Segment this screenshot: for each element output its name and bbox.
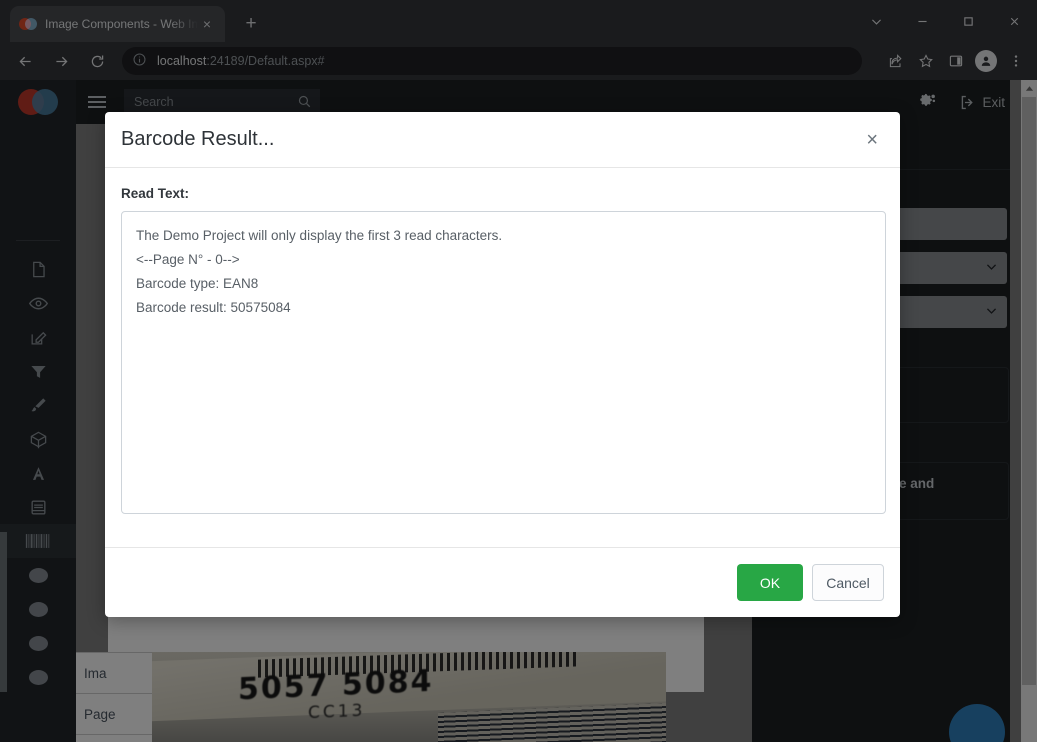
ok-button[interactable]: OK (737, 564, 803, 601)
dialog-close-icon[interactable]: × (860, 126, 884, 154)
read-text-label: Read Text: (121, 186, 190, 201)
screen-root: Image Components - Web Image × + (0, 0, 1037, 742)
dialog-footer: OK Cancel (105, 547, 900, 617)
dialog-body: Read Text: (105, 168, 900, 547)
dialog-title: Barcode Result... (121, 128, 275, 150)
cancel-button[interactable]: Cancel (812, 564, 884, 601)
barcode-result-dialog: Barcode Result... × Read Text: OK Cancel (105, 112, 900, 617)
read-text-area[interactable] (121, 211, 886, 514)
dialog-header: Barcode Result... × (105, 112, 900, 168)
